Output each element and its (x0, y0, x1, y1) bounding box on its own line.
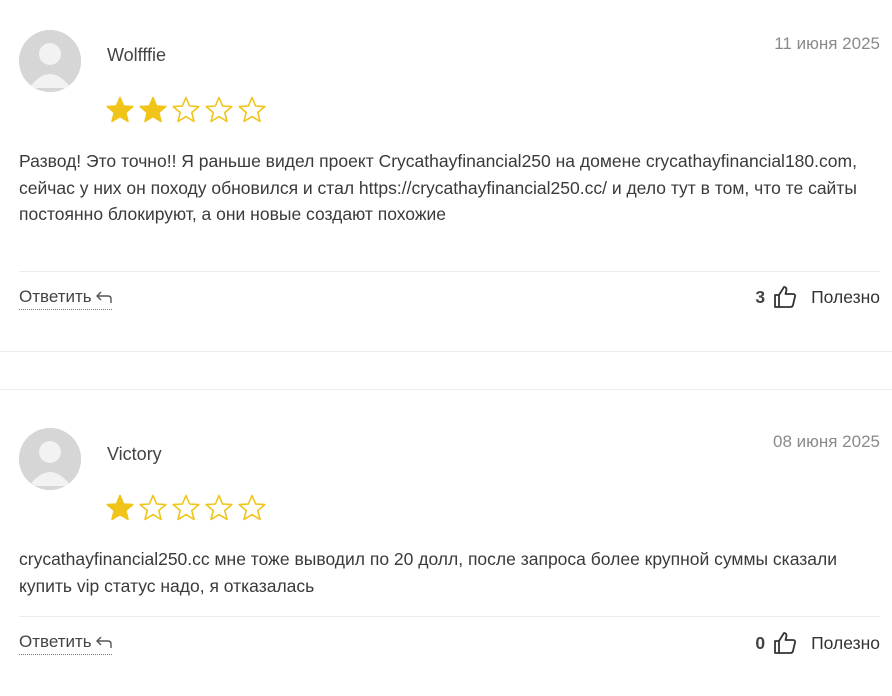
review-separator (0, 351, 892, 352)
star-rating (105, 493, 267, 523)
helpful-label[interactable]: Полезно (811, 287, 880, 308)
star-empty-icon (139, 494, 167, 521)
star-empty-icon (205, 96, 233, 123)
star-empty-icon (172, 494, 200, 521)
star-rating (105, 95, 267, 125)
review-author[interactable]: Wolfffie (107, 45, 166, 66)
reply-label: Ответить (19, 632, 92, 651)
reply-arrow-icon (95, 291, 112, 303)
thumbs-up-icon[interactable] (773, 631, 797, 655)
star-filled-icon (139, 96, 167, 123)
helpful-label[interactable]: Полезно (811, 633, 880, 654)
avatar (19, 30, 81, 92)
review-date: 08 июня 2025 (772, 432, 880, 451)
divider (19, 616, 880, 617)
reply-button[interactable]: Ответить (19, 632, 112, 655)
reply-label: Ответить (19, 287, 92, 306)
helpful-counter: 3 Полезно (755, 285, 880, 309)
review-author[interactable]: Victory (107, 444, 162, 465)
star-empty-icon (205, 494, 233, 521)
reply-button[interactable]: Ответить (19, 287, 112, 310)
star-empty-icon (238, 96, 266, 123)
reply-arrow-icon (95, 636, 112, 648)
star-filled-icon (106, 494, 134, 521)
review-date: 11 июня 2025 (774, 34, 880, 53)
review-separator (0, 389, 892, 390)
helpful-counter: 0 Полезно (755, 631, 880, 655)
divider (19, 271, 880, 272)
review-text: Развод! Это точно!! Я раньше видел проек… (19, 151, 857, 224)
star-filled-icon (106, 96, 134, 123)
helpful-count: 3 (755, 286, 766, 307)
star-empty-icon (238, 494, 266, 521)
avatar (19, 428, 81, 490)
helpful-count: 0 (755, 632, 766, 653)
thumbs-up-icon[interactable] (773, 285, 797, 309)
user-silhouette-icon (19, 428, 81, 490)
user-silhouette-icon (19, 30, 81, 92)
review-text: crycathayfinancial250.cc мне тоже выводи… (19, 549, 837, 596)
star-empty-icon (172, 96, 200, 123)
